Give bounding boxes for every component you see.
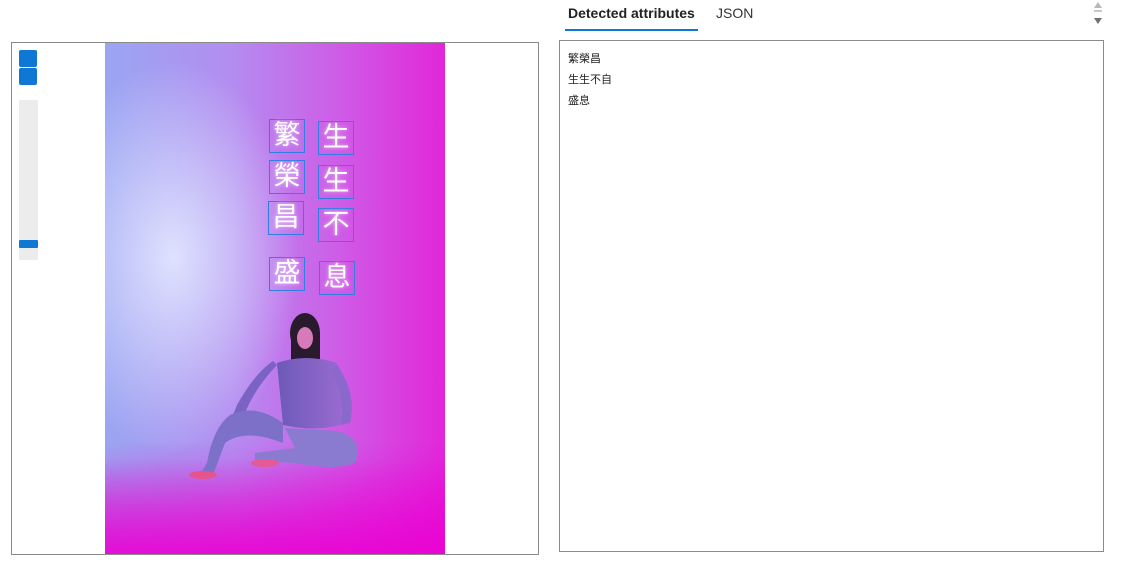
result-line: 繁榮昌 bbox=[568, 52, 601, 65]
panel-scroll-control[interactable] bbox=[1092, 2, 1104, 28]
zoom-slider-thumb[interactable] bbox=[19, 240, 38, 248]
detected-char-box[interactable]: 息 bbox=[319, 261, 355, 295]
result-line: 盛息 bbox=[568, 94, 590, 107]
detected-char-box[interactable]: 繁 bbox=[269, 119, 305, 153]
scroll-up-icon[interactable] bbox=[1094, 2, 1102, 8]
detected-char-box[interactable]: 生 bbox=[318, 121, 354, 155]
image-viewer: 繁 生 榮 生 昌 不 盛 息 bbox=[11, 42, 539, 555]
detected-char-box[interactable]: 榮 bbox=[269, 160, 305, 194]
detected-char-box[interactable]: 昌 bbox=[268, 201, 304, 235]
detected-char-box[interactable]: 不 bbox=[318, 208, 354, 242]
detected-char-box[interactable]: 盛 bbox=[269, 257, 305, 291]
zoom-in-button[interactable] bbox=[19, 50, 37, 67]
scroll-divider bbox=[1094, 10, 1102, 12]
tab-json[interactable]: JSON bbox=[713, 4, 756, 29]
detected-char-box[interactable]: 生 bbox=[318, 165, 354, 199]
result-line: 生生不自 bbox=[568, 73, 612, 86]
zoom-controls bbox=[19, 50, 39, 86]
scroll-down-icon[interactable] bbox=[1094, 18, 1102, 24]
zoom-out-button[interactable] bbox=[19, 68, 37, 85]
zoom-slider[interactable] bbox=[19, 100, 38, 260]
analyzed-image: 繁 生 榮 生 昌 不 盛 息 bbox=[105, 43, 445, 554]
tab-detected-attributes[interactable]: Detected attributes bbox=[565, 4, 698, 31]
detected-attributes-panel: 繁榮昌 生生不自 盛息 bbox=[559, 40, 1104, 552]
